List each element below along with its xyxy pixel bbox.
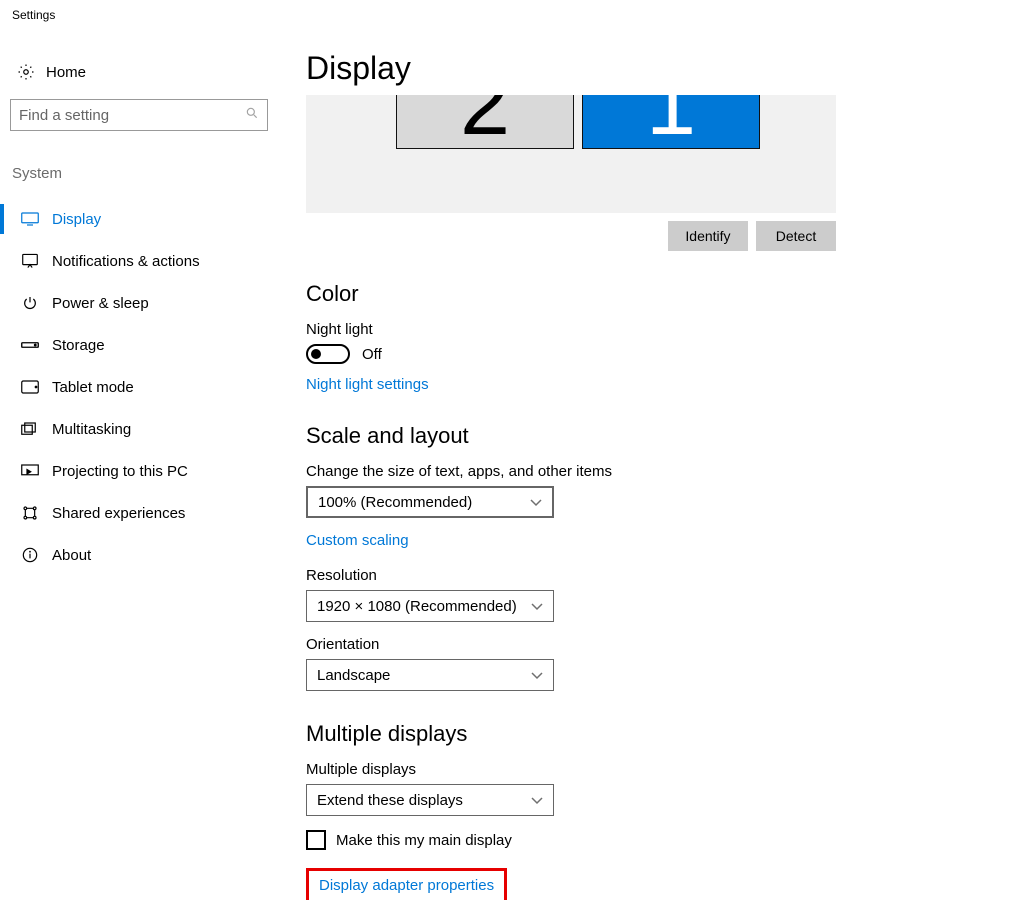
sidebar-item-tablet[interactable]: Tablet mode [10, 366, 270, 408]
sidebar-item-label: Power & sleep [52, 295, 149, 312]
multi-select[interactable]: Extend these displays [306, 784, 554, 816]
sidebar-list: Display Notifications & actions Power & … [10, 198, 270, 576]
highlight-box: Display adapter properties [306, 868, 507, 900]
search-placeholder: Find a setting [19, 107, 109, 124]
multi-value: Extend these displays [317, 792, 463, 809]
home-label: Home [46, 64, 86, 81]
sidebar-item-display[interactable]: Display [10, 198, 270, 240]
page-title: Display [306, 50, 1000, 87]
power-icon [20, 295, 40, 311]
sidebar-item-label: Tablet mode [52, 379, 134, 396]
resolution-select[interactable]: 1920 × 1080 (Recommended) [306, 590, 554, 622]
sidebar-item-multitasking[interactable]: Multitasking [10, 408, 270, 450]
sidebar-item-shared[interactable]: Shared experiences [10, 492, 270, 534]
sidebar-item-label: About [52, 547, 91, 564]
scaling-value: 100% (Recommended) [318, 494, 472, 511]
detect-button[interactable]: Detect [756, 221, 836, 251]
display-icon [20, 212, 40, 226]
multi-label: Multiple displays [306, 761, 1000, 778]
display-adapter-link[interactable]: Display adapter properties [319, 877, 494, 894]
monitor-1[interactable]: 1 [582, 95, 760, 149]
sidebar-category: System [10, 165, 270, 182]
night-light-label: Night light [306, 321, 1000, 338]
multi-heading: Multiple displays [306, 721, 1000, 747]
chevron-down-icon [531, 667, 543, 684]
sidebar-item-label: Storage [52, 337, 105, 354]
identify-button[interactable]: Identify [668, 221, 748, 251]
night-light-toggle[interactable] [306, 344, 350, 364]
resolution-value: 1920 × 1080 (Recommended) [317, 598, 517, 615]
gear-icon [16, 63, 36, 81]
sidebar-item-label: Projecting to this PC [52, 463, 188, 480]
search-icon [245, 106, 259, 124]
project-icon [20, 464, 40, 478]
sidebar-item-power[interactable]: Power & sleep [10, 282, 270, 324]
sidebar-item-label: Multitasking [52, 421, 131, 438]
size-label: Change the size of text, apps, and other… [306, 463, 1000, 480]
tablet-icon [20, 380, 40, 394]
scale-heading: Scale and layout [306, 423, 1000, 449]
chevron-down-icon [531, 598, 543, 615]
info-icon [20, 547, 40, 563]
sidebar-item-storage[interactable]: Storage [10, 324, 270, 366]
chevron-down-icon [531, 792, 543, 809]
scaling-select[interactable]: 100% (Recommended) [306, 486, 554, 518]
main-display-label: Make this my main display [336, 832, 512, 849]
night-light-settings-link[interactable]: Night light settings [306, 376, 429, 393]
sidebar-item-label: Display [52, 211, 101, 228]
multitask-icon [20, 422, 40, 436]
color-heading: Color [306, 281, 1000, 307]
sidebar-item-about[interactable]: About [10, 534, 270, 576]
sidebar-item-projecting[interactable]: Projecting to this PC [10, 450, 270, 492]
custom-scaling-link[interactable]: Custom scaling [306, 532, 409, 549]
notification-icon [20, 253, 40, 269]
chevron-down-icon [530, 494, 542, 511]
sidebar-item-label: Shared experiences [52, 505, 185, 522]
sidebar-item-notifications[interactable]: Notifications & actions [10, 240, 270, 282]
resolution-label: Resolution [306, 567, 1000, 584]
orientation-value: Landscape [317, 667, 390, 684]
display-arrangement[interactable]: 2 1 [306, 95, 836, 213]
search-input[interactable]: Find a setting [10, 99, 268, 131]
sidebar: Home Find a setting System Display Notif… [10, 55, 270, 576]
home-button[interactable]: Home [10, 55, 270, 89]
storage-icon [20, 340, 40, 350]
main-content: Display 2 1 Identify Detect Color Night … [306, 50, 1000, 900]
orientation-label: Orientation [306, 636, 1000, 653]
night-light-state: Off [362, 346, 382, 363]
sidebar-item-label: Notifications & actions [52, 253, 200, 270]
window-title: Settings [12, 8, 55, 22]
monitor-2[interactable]: 2 [396, 95, 574, 149]
main-display-checkbox[interactable] [306, 830, 326, 850]
orientation-select[interactable]: Landscape [306, 659, 554, 691]
share-icon [20, 505, 40, 521]
